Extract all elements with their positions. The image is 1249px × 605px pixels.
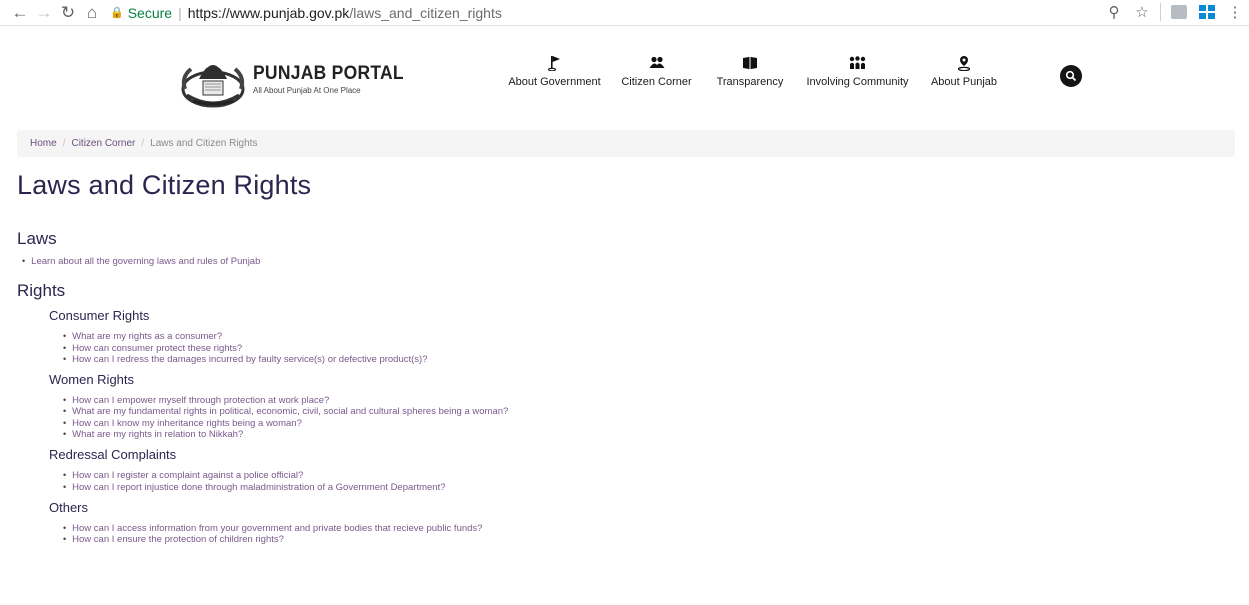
list-item: • How can I ensure the protection of chil… [63,534,284,546]
consumer-rights-list: • What are my rights as a consumer? • How … [63,331,1217,365]
address-bar[interactable]: 🔒 Secure | https://www.punjab.gov.pk/law… [110,2,502,24]
question-link[interactable]: How can I empower myself through protect… [72,395,329,406]
flag-icon [547,56,560,71]
breadcrumb-current: Laws and Citizen Rights [150,138,258,149]
page-title: Laws and Citizen Rights [17,170,312,200]
list-item: • How can I report injustice done through… [63,481,446,493]
nav-label: About Punjab [930,76,998,88]
search-button[interactable] [1060,65,1082,87]
home-icon[interactable]: ⌂ [80,1,104,25]
consumer-rights-heading: Consumer Rights [49,308,150,324]
others-list: • How can I access information from your … [63,523,1217,546]
lock-icon: 🔒 [110,7,124,19]
breadcrumb: Home / Citizen Corner / Laws and Citizen… [17,130,1235,157]
list-item: • How can I redress the damages incurred … [63,353,428,365]
toolbar-divider [1160,3,1161,21]
breadcrumb-separator: / [141,138,145,149]
windows-extension-icon[interactable] [1197,2,1217,22]
forward-arrow-icon[interactable]: → [32,1,56,25]
nav-citizen-corner[interactable]: Citizen Corner [619,53,694,88]
back-arrow-icon[interactable]: ← [8,1,32,25]
nav-about-punjab[interactable]: About Punjab [929,53,999,88]
list-item: • Learn about all the governing laws and … [22,256,261,267]
question-link[interactable]: What are my rights as a consumer? [72,331,222,342]
list-item: • What are my fundamental rights in polit… [63,406,509,418]
rights-heading: Rights [17,281,66,301]
question-link[interactable]: What are my rights in relation to Nikkah… [72,429,243,440]
list-item: • How can I know my inheritance rights be… [63,417,302,429]
search-icon [1065,70,1077,82]
list-item: • How can I access information from your … [63,522,483,534]
secure-label: Secure [127,4,173,21]
question-link[interactable]: How can I access information from your g… [72,523,482,534]
question-link[interactable]: How can I know my inheritance rights bei… [72,418,302,429]
zoom-icon[interactable]: ⚲ [1104,2,1124,22]
browser-toolbar: ← → ↻ ⌂ 🔒 Secure | https://www.punjab.go… [0,0,1249,26]
others-heading: Others [49,499,89,515]
people-icon [649,56,664,68]
breadcrumb-citizen-corner[interactable]: Citizen Corner [71,138,135,149]
reload-icon[interactable]: ↻ [56,1,80,25]
bookmark-star-icon[interactable]: ☆ [1132,2,1152,22]
question-link[interactable]: What are my fundamental rights in politi… [72,406,508,417]
question-link[interactable]: How can I register a complaint against a… [72,470,303,481]
browser-menu-icon[interactable]: ⋮ [1225,2,1245,22]
address-separator: | [178,4,182,21]
women-rights-heading: Women Rights [49,372,135,388]
laws-heading: Laws [17,229,57,248]
law-link[interactable]: Learn about all the governing laws and r… [31,256,260,267]
laws-list: • Learn about all the governing laws and … [22,256,1217,267]
question-link[interactable]: How can I redress the damages incurred b… [72,354,427,365]
location-pin-icon [957,56,971,71]
nav-involving-community[interactable]: Involving Community [805,53,910,88]
consumer-rights-section: Consumer Rights • What are my rights as a… [49,308,1217,545]
question-link[interactable]: How can I report injustice done through … [72,482,445,493]
browser-actions: ⚲ ☆ ⋮ [1104,2,1245,22]
extension-icon[interactable] [1169,2,1189,22]
url-host: https://www.punjab.gov.pk [187,4,350,21]
list-item: • What are my rights in relation to Nikka… [63,429,244,441]
women-rights-list: • How can I empower myself through protec… [63,395,1217,440]
breadcrumb-home[interactable]: Home [30,138,57,149]
nav-label: Involving Community [806,76,909,88]
breadcrumb-separator: / [62,138,66,149]
nav-about-government[interactable]: About Government [507,53,602,88]
list-item: • How can I empower myself through protec… [63,395,330,407]
question-link[interactable]: How can I ensure the protection of child… [72,534,284,545]
site-header: PUNJAB PORTAL All About Punjab At One Pl… [0,27,1249,127]
redressal-complaints-list: • How can I register a complaint against … [63,470,1217,493]
list-item: • What are my rights as a consumer? [63,331,223,343]
main-content: Laws and Citizen Rights Laws • Learn abou… [17,170,1217,546]
book-icon [743,57,757,69]
nav-label: About Government [508,76,601,88]
nav-transparency[interactable]: Transparency [715,53,785,88]
list-item: • How can I register a complaint against … [63,470,304,482]
nav-label: Citizen Corner [621,76,692,88]
list-item: • How can consumer protect these rights? [63,342,243,354]
nav-label: Transparency [716,76,784,88]
redressal-complaints-heading: Redressal Complaints [49,447,177,463]
community-icon [849,56,866,69]
url-path: /laws_and_citizen_rights [349,4,502,21]
question-link[interactable]: How can consumer protect these rights? [72,343,242,354]
